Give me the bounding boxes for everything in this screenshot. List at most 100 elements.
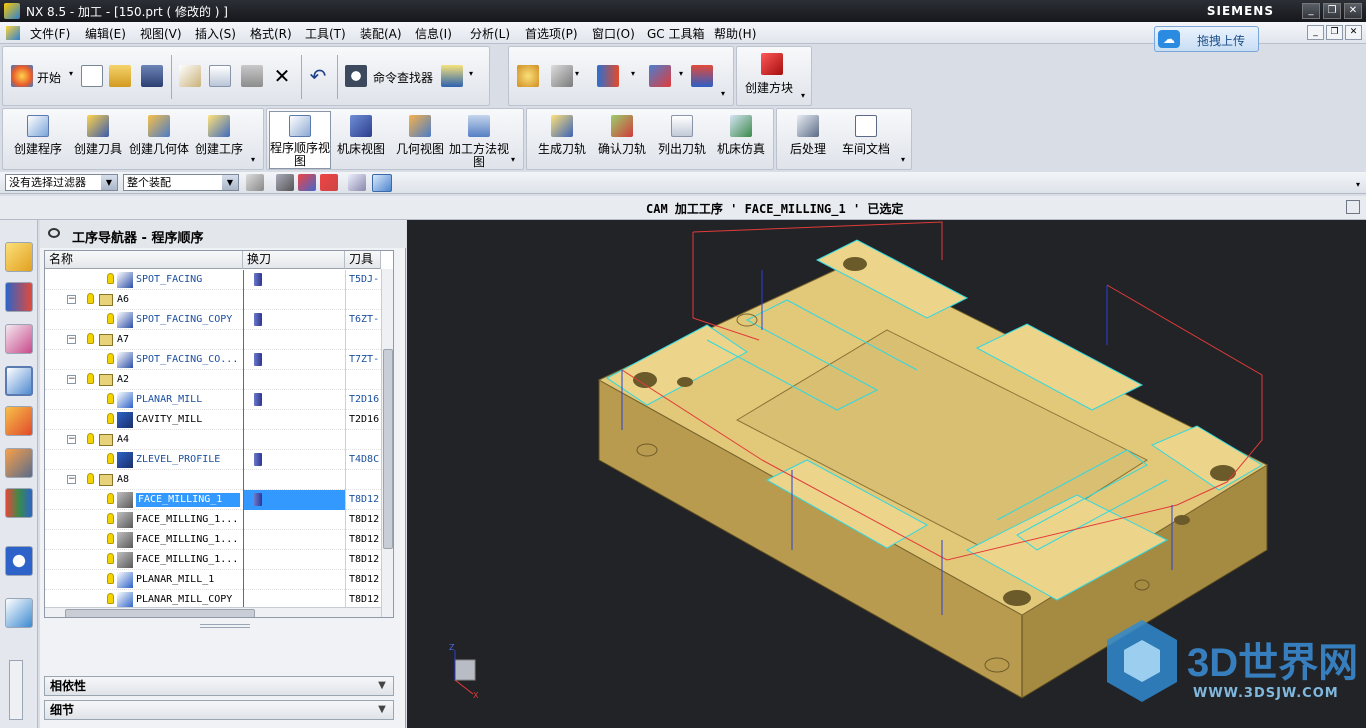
block-dropdown-icon[interactable]: ▾ xyxy=(801,91,805,100)
menu-help[interactable]: 帮助(H) xyxy=(714,25,756,42)
collapse-toggle-icon[interactable]: − xyxy=(67,375,76,384)
horizontal-scrollbar[interactable] xyxy=(45,607,381,617)
create-program-button[interactable]: 创建程序 xyxy=(9,115,67,156)
part-navigator-icon[interactable] xyxy=(5,324,33,354)
program-group-row[interactable]: − A4 xyxy=(45,430,393,450)
generate-toolpath-button[interactable]: 生成刀轨 xyxy=(533,115,591,156)
navigator-toolbar-more-icon[interactable]: ▾ xyxy=(511,155,515,164)
select-filter-icon[interactable] xyxy=(246,174,264,191)
start-icon[interactable] xyxy=(11,65,33,87)
operation-row[interactable]: PLANAR_MILL_1 T8D12 xyxy=(45,570,393,590)
app-menu-icon[interactable] xyxy=(6,26,20,40)
selection-dropdown-icon[interactable]: ▾ xyxy=(469,69,473,78)
start-dropdown-icon[interactable]: ▾ xyxy=(69,69,73,78)
collapse-toggle-icon[interactable]: − xyxy=(67,435,76,444)
selection-scope-select[interactable]: 整个装配 ▼ xyxy=(123,174,239,191)
splitter-handle[interactable] xyxy=(200,624,250,628)
menu-edit[interactable]: 编辑(E) xyxy=(85,25,126,42)
new-file-icon[interactable] xyxy=(81,65,103,87)
create-block-label[interactable]: 创建方块 xyxy=(745,79,793,96)
selection-icon[interactable] xyxy=(441,65,463,87)
create-block-icon[interactable] xyxy=(761,53,783,75)
constraint-navigator-icon[interactable] xyxy=(5,282,33,312)
undo-icon[interactable]: ↶ xyxy=(307,65,329,87)
operation-row[interactable]: ZLEVEL_PROFILE T4D8C xyxy=(45,450,393,470)
menu-preferences[interactable]: 首选项(P) xyxy=(525,25,578,42)
orient-view-icon[interactable] xyxy=(597,65,619,87)
paste-icon[interactable] xyxy=(241,65,263,87)
menu-info[interactable]: 信息(I) xyxy=(415,25,452,42)
eraser-icon[interactable] xyxy=(348,174,366,191)
geometry-view-button[interactable]: 几何视图 xyxy=(391,115,449,156)
dependencies-panel[interactable]: 相依性 ▼ xyxy=(44,676,394,696)
fullscreen-icon[interactable] xyxy=(1346,200,1360,214)
machine-builder-icon[interactable] xyxy=(5,406,33,436)
save-icon[interactable] xyxy=(141,65,163,87)
operation-row[interactable]: FACE_MILLING_1... T8D12 xyxy=(45,510,393,530)
program-group-row[interactable]: − A2 xyxy=(45,370,393,390)
menu-assembly[interactable]: 装配(A) xyxy=(360,25,402,42)
menu-file[interactable]: 文件(F) xyxy=(30,25,70,42)
create-geometry-button[interactable]: 创建几何体 xyxy=(129,115,189,156)
column-header-name[interactable]: 名称 xyxy=(45,251,243,269)
menu-analysis[interactable]: 分析(L) xyxy=(470,25,510,42)
menu-view[interactable]: 视图(V) xyxy=(140,25,182,42)
method-view-button[interactable]: 加工方法视图 xyxy=(449,115,509,169)
postprocess-button[interactable]: 后处理 xyxy=(781,115,835,156)
menu-gc-toolbox[interactable]: GC 工具箱 xyxy=(647,25,705,42)
vertical-scrollbar[interactable] xyxy=(381,269,393,617)
doc-minimize-button[interactable]: _ xyxy=(1307,25,1324,40)
cut-icon[interactable] xyxy=(179,65,201,87)
create-toolbar-more-icon[interactable]: ▾ xyxy=(251,155,255,164)
type-filter-select[interactable]: 没有选择过滤器 ▼ xyxy=(5,174,118,191)
info-icon[interactable] xyxy=(5,546,33,576)
pin-icon[interactable] xyxy=(48,228,60,238)
binoculars-icon[interactable] xyxy=(345,65,367,87)
operation-row[interactable]: PLANAR_MILL T2D16 xyxy=(45,390,393,410)
close-button[interactable]: ✕ xyxy=(1344,3,1362,19)
assembly-navigator-icon[interactable] xyxy=(5,242,33,272)
vertical-scroll-thumb[interactable] xyxy=(383,349,393,549)
shop-doc-button[interactable]: 车间文档 xyxy=(837,115,895,156)
view-toolbar-more-icon[interactable]: ▾ xyxy=(721,89,725,98)
open-folder-icon[interactable] xyxy=(109,65,131,87)
operation-row[interactable]: FACE_MILLING_1... T8D12 xyxy=(45,530,393,550)
horizontal-scroll-thumb[interactable] xyxy=(65,609,255,617)
collapse-toggle-icon[interactable]: − xyxy=(67,475,76,484)
measure-icon[interactable] xyxy=(691,65,713,87)
create-operation-button[interactable]: 创建工序 xyxy=(189,115,249,156)
web-browser-icon[interactable] xyxy=(5,598,33,628)
create-tool-button[interactable]: 创建刀具 xyxy=(69,115,127,156)
snap-point-icon[interactable] xyxy=(649,65,671,87)
doc-restore-button[interactable]: ❐ xyxy=(1326,25,1343,40)
operation-navigator-icon[interactable] xyxy=(5,366,33,396)
column-header-tool[interactable]: 刀具 xyxy=(345,251,381,269)
operation-row[interactable]: SPOT_FACING T5DJ- xyxy=(45,270,393,290)
menu-format[interactable]: 格式(R) xyxy=(250,25,292,42)
menu-insert[interactable]: 插入(S) xyxy=(195,25,236,42)
roles-icon[interactable] xyxy=(5,488,33,518)
operation-row[interactable]: FACE_MILLING_1... T8D12 xyxy=(45,550,393,570)
render-style-icon[interactable] xyxy=(517,65,539,87)
collapse-toggle-icon[interactable]: − xyxy=(67,335,76,344)
doc-close-button[interactable]: ✕ xyxy=(1345,25,1362,40)
snap-icon[interactable] xyxy=(276,174,294,191)
cube-select-icon[interactable] xyxy=(372,174,392,192)
shaded-icon[interactable] xyxy=(551,65,573,87)
maximize-button[interactable]: ❐ xyxy=(1323,3,1341,19)
program-group-row[interactable]: − A7 xyxy=(45,330,393,350)
resource-scrollbar[interactable] xyxy=(9,660,23,720)
machine-simulation-button[interactable]: 机床仿真 xyxy=(711,115,771,156)
point-icon[interactable] xyxy=(298,174,316,191)
delete-icon[interactable]: ✕ xyxy=(271,65,293,87)
menu-tools[interactable]: 工具(T) xyxy=(305,25,346,42)
operation-row[interactable]: SPOT_FACING_COPY T6ZT- xyxy=(45,310,393,330)
details-panel[interactable]: 细节 ▼ xyxy=(44,700,394,720)
shaded-dropdown-icon[interactable]: ▾ xyxy=(575,69,579,78)
command-finder-label[interactable]: 命令查找器 xyxy=(373,69,433,86)
operation-row[interactable]: CAVITY_MILL T2D16 xyxy=(45,410,393,430)
minimize-button[interactable]: _ xyxy=(1302,3,1320,19)
program-order-view-button[interactable]: 程序顺序视图 xyxy=(269,111,331,169)
program-group-row[interactable]: − A8 xyxy=(45,470,393,490)
column-header-toolchange[interactable]: 换刀 xyxy=(243,251,345,269)
